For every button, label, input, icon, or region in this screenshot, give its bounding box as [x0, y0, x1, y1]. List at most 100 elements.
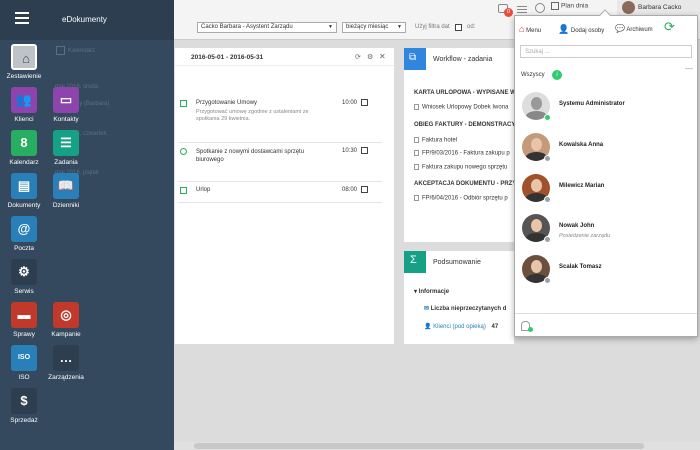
sidebar-item-klienci[interactable]: 👥 Klienci — [2, 87, 46, 123]
online-status-dot — [528, 327, 533, 332]
collapse-icon[interactable]: — — [685, 64, 693, 73]
refresh-icon[interactable]: ⟳ — [355, 53, 361, 61]
workflow-item[interactable]: Faktura hotel — [414, 137, 457, 144]
workflow-text: Faktura hotel — [422, 137, 458, 144]
agenda-item-title: Urlop — [196, 187, 211, 193]
add-people-button[interactable]: 👤 Dodaj osoby — [558, 24, 604, 35]
menu-button[interactable]: ⌂ Menu — [519, 24, 541, 34]
tasks-icon: ☰ — [53, 130, 79, 156]
period-select[interactable]: bieżący miesiąc ▼ — [342, 22, 406, 33]
document-icon — [414, 137, 419, 143]
workflow-icon: ⧉ — [404, 48, 426, 70]
workflow-text: FP/9/03/2016 - Faktura zakupu p — [422, 150, 510, 157]
workflow-item[interactable]: FP/9/03/2016 - Faktura zakupu p — [414, 150, 510, 157]
gear-icon[interactable]: ⚙ — [367, 53, 373, 61]
mail-icon: @ — [11, 216, 37, 242]
sidebar-item-kampanie[interactable]: ◎ Kampanie — [44, 302, 88, 338]
user-select[interactable]: Cacko Barbara - Asystent Zarządu ▼ — [197, 22, 337, 33]
sidebar-item-zadania[interactable]: ☰ Zadania — [44, 130, 88, 166]
contact-name: Kowalska Anna — [559, 142, 604, 148]
agenda-item-time: 08:00 — [342, 187, 358, 193]
status-dot — [544, 236, 551, 243]
sidebar: eDokumenty Kalendarz maj 2016, środa ses… — [0, 0, 174, 450]
agenda-divider — [178, 202, 382, 203]
workflow-group: OBIEG FAKTURY - DEMONSTRACY — [414, 122, 514, 128]
contact-item[interactable]: Scalak Tomasz — [520, 255, 690, 287]
status-dot — [544, 196, 551, 203]
sidebar-item-sprawy[interactable]: ▬ Sprawy — [2, 302, 46, 338]
info-section-label: ▾ Informacje — [414, 289, 450, 295]
workflow-title: Workflow - zadania — [433, 56, 493, 63]
user-menu[interactable]: Barbara Cacko — [617, 0, 700, 15]
calendar-faded-icon — [56, 46, 65, 55]
workflow-group: KARTA URLOPOWA - WYPISANE W — [414, 90, 514, 96]
workflow-item[interactable]: Wniosek Urlopowy Dobek Iwona — [414, 104, 508, 111]
workflow-item[interactable]: Faktura zakupu nowego sprzętu — [414, 164, 507, 171]
popup-footer-divider — [515, 313, 697, 314]
sidebar-item-sprzeda[interactable]: $ Sprzedaż — [2, 388, 46, 424]
gears-icon: ⚙ — [11, 259, 37, 285]
user-icon: 👤 — [424, 324, 432, 330]
agenda-header: 2016-05-01 - 2016-05-31 ⟳ ⚙ ✕ — [175, 48, 394, 66]
meeting-icon — [180, 148, 187, 155]
hamburger-icon[interactable] — [15, 12, 29, 25]
refresh-icon[interactable]: ⟳ — [664, 19, 675, 35]
app-title: eDokumenty — [62, 15, 107, 24]
chat-icon: … — [53, 345, 79, 371]
workflow-text: Wniosek Urlopowy Dobek Iwona — [422, 104, 509, 111]
contact-item[interactable]: Milewicz Marian — [520, 174, 690, 206]
add-user-icon: 👤 — [558, 24, 570, 34]
sidebar-item-poczta[interactable]: @ Poczta — [2, 216, 46, 252]
horizontal-scrollbar[interactable] — [174, 442, 700, 450]
sidebar-item-serwis[interactable]: ⚙ Serwis — [2, 259, 46, 295]
sidebar-item-label: Kalendarz — [9, 159, 39, 166]
sidebar-item-label: Zarządzenia — [48, 374, 84, 381]
contacts-icon: ▭ — [53, 87, 79, 113]
agenda-item-checkbox[interactable] — [361, 186, 368, 193]
clock-icon[interactable] — [535, 3, 545, 13]
agenda-item-checkbox[interactable] — [361, 99, 368, 106]
sidebar-item-label: Kampanie — [51, 331, 81, 338]
agenda-divider — [178, 181, 382, 182]
plan-icon — [551, 2, 559, 10]
date-filter-checkbox[interactable] — [455, 24, 462, 31]
documents-icon: ▤ — [11, 173, 37, 199]
sidebar-item-label: Zadania — [54, 159, 78, 166]
workflow-text: Faktura zakupu nowego sprzętu — [422, 164, 508, 171]
sidebar-item-dokumenty[interactable]: ▤ Dokumenty — [2, 173, 46, 209]
chat-icon: 💬 — [615, 24, 625, 33]
search-input[interactable]: Szukaj ... — [520, 45, 692, 58]
list-icon[interactable] — [517, 4, 527, 13]
sidebar-item-label: Kontakty — [53, 116, 79, 123]
archive-button[interactable]: 💬 Archiwum — [615, 24, 653, 33]
sidebar-item-kalendarz[interactable]: 8 Kalendarz — [2, 130, 46, 166]
sidebar-item-label: Serwis — [14, 288, 34, 295]
agenda-item-checkbox[interactable] — [361, 147, 368, 154]
sidebar-item-kontakty[interactable]: ▭ Kontakty — [44, 87, 88, 123]
workflow-group: AKCEPTACJA DOKUMENTU - PRZY — [414, 181, 515, 187]
document-icon — [414, 195, 419, 201]
document-icon — [414, 164, 419, 170]
sidebar-item-label: Sprawy — [13, 331, 35, 338]
sidebar-item-zestawienie[interactable]: ⌂ Zestawienie — [2, 44, 46, 80]
sidebar-item-zarzdzenia[interactable]: … Zarządzenia — [44, 345, 88, 381]
sidebar-header: eDokumenty — [0, 0, 174, 40]
contact-item[interactable]: Nowak John Posiedzenie zarządu — [520, 214, 690, 246]
clients-link[interactable]: 👤 Klienci (pod opieką) 47 — [424, 323, 498, 330]
notification-badge: 0 — [504, 8, 513, 17]
agenda-panel: 2016-05-01 - 2016-05-31 ⟳ ⚙ ✕ Przygotowa… — [174, 47, 395, 345]
contact-name: Milewicz Marian — [559, 183, 605, 189]
agenda-item-time: 10:00 — [342, 100, 358, 106]
sidebar-item-iso[interactable]: ISO ISO — [2, 345, 46, 381]
group-label[interactable]: Wszyscy — [521, 72, 545, 78]
plan-button[interactable]: Plan dnia — [551, 2, 588, 14]
workflow-text: AKCEPTACJA DOKUMENTU - PRZY — [414, 181, 515, 187]
workflow-item[interactable]: FP/6/04/2016 - Odbiór sprzętu p — [414, 195, 508, 202]
sidebar-item-label: Dzienniki — [52, 202, 80, 209]
contact-item[interactable]: Kowalska Anna — [520, 133, 690, 165]
sidebar-item-dzienniki[interactable]: 📖 Dzienniki — [44, 173, 88, 209]
contact-item[interactable]: Systemu Administrator — [520, 92, 690, 124]
close-icon[interactable]: ✕ — [379, 52, 386, 61]
agenda-item-time: 10:30 — [342, 148, 358, 154]
date-filter-label: Użyj filtra dat — [415, 24, 450, 30]
